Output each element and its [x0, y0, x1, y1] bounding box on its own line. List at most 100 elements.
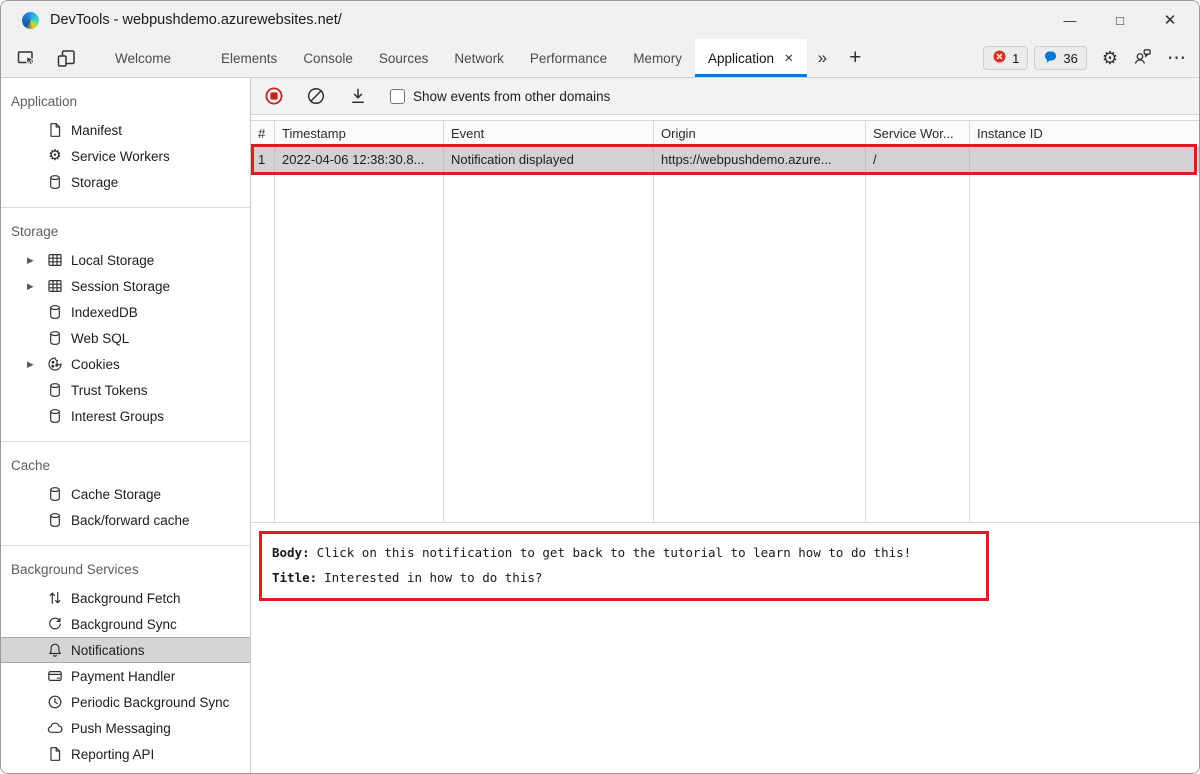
table-grid-icon	[47, 252, 63, 268]
sidebar-item-label: Manifest	[71, 122, 123, 138]
sidebar-item-notifications[interactable]: Notifications	[1, 637, 250, 663]
column-header-event[interactable]: Event	[444, 121, 654, 147]
device-emulation-icon[interactable]	[54, 46, 78, 70]
sidebar-item-payment-handler[interactable]: Payment Handler	[1, 663, 250, 689]
bell-icon	[47, 642, 63, 658]
error-count-badge[interactable]: 1	[983, 46, 1029, 70]
inspect-element-icon[interactable]	[14, 46, 38, 70]
sidebar-item-label: Service Workers	[71, 148, 170, 164]
badge-count: 1	[1012, 50, 1020, 66]
table-cell[interactable]: 1	[251, 147, 275, 173]
sidebar-item-label: Notifications	[71, 642, 145, 658]
table-filler-column	[970, 173, 1199, 522]
tab-welcome[interactable]: Welcome	[102, 39, 184, 77]
table-cell[interactable]: /	[866, 147, 970, 173]
sidebar-item-label: Background Fetch	[71, 590, 181, 606]
devtools-tab-bar: Welcome Elements Console Sources Network Perf…	[1, 39, 1199, 78]
sidebar-item-session-storage[interactable]: ▶ Session Storage	[1, 273, 250, 299]
sidebar-section-cache: Cache Cache Storage Back/forward cache	[1, 442, 250, 546]
sidebar-item-reporting-api[interactable]: Reporting API	[1, 741, 250, 767]
more-tools-plus-icon[interactable]: +	[838, 46, 872, 70]
tab-application[interactable]: Application ✕	[694, 39, 807, 77]
save-events-button[interactable]	[348, 86, 368, 106]
database-icon	[47, 512, 63, 528]
sidebar-item-cookies[interactable]: ▶ Cookies	[1, 351, 250, 377]
column-header-timestamp[interactable]: Timestamp	[275, 121, 444, 147]
customize-more-icon[interactable]: ⋯	[1167, 49, 1187, 68]
table-cell[interactable]: Notification displayed	[444, 147, 654, 173]
sidebar-item-service-workers[interactable]: ⚙ Service Workers	[1, 143, 250, 169]
sidebar-item-background-fetch[interactable]: Background Fetch	[1, 585, 250, 611]
sidebar-item-label: Reporting API	[71, 746, 155, 762]
table-grid-icon	[47, 278, 63, 294]
events-table: # Timestamp Event Origin Service Wor... Insta…	[251, 120, 1199, 523]
sidebar-item-push-messaging[interactable]: Push Messaging	[1, 715, 250, 741]
tab-console[interactable]: Console	[290, 39, 366, 77]
sidebar-item-label: Cookies	[71, 356, 120, 372]
sidebar-item-label: Local Storage	[71, 252, 155, 268]
more-tabs-chevron-icon[interactable]: »	[807, 48, 838, 68]
sidebar-section-title: Application	[11, 94, 78, 109]
sidebar-item-storage[interactable]: Storage	[1, 169, 250, 195]
page-icon	[47, 746, 63, 762]
sidebar-item-interest-groups[interactable]: Interest Groups	[1, 403, 250, 429]
expander-icon[interactable]: ▶	[27, 281, 47, 292]
tab-network[interactable]: Network	[441, 39, 517, 77]
sidebar-item-label: Payment Handler	[71, 668, 176, 684]
tab-label: Sources	[378, 50, 429, 66]
tab-sources[interactable]: Sources	[366, 39, 442, 77]
tab-label: Welcome	[115, 50, 172, 66]
column-header-[interactable]: #	[251, 121, 275, 147]
table-cell[interactable]: 2022-04-06 12:38:30.8...	[275, 147, 444, 173]
sidebar-item-manifest[interactable]: Manifest	[1, 117, 250, 143]
expander-icon[interactable]: ▶	[27, 255, 47, 266]
sidebar-item-label: Back/forward cache	[71, 512, 190, 528]
detail-field-label: Title:	[272, 570, 318, 585]
record-button[interactable]	[264, 86, 284, 106]
column-header-service-wor[interactable]: Service Wor...	[866, 121, 970, 147]
sidebar-item-label: Background Sync	[71, 616, 177, 632]
column-header-origin[interactable]: Origin	[654, 121, 866, 147]
show-events-checkbox[interactable]	[390, 88, 405, 104]
sidebar-item-trust-tokens[interactable]: Trust Tokens	[1, 377, 250, 403]
card-icon	[47, 668, 63, 684]
tab-label: Application	[707, 50, 774, 66]
detail-field-value: Click on this notification to get back t…	[316, 545, 912, 560]
sidebar-item-back-forward-cache[interactable]: Back/forward cache	[1, 507, 250, 533]
sidebar-item-background-sync[interactable]: Background Sync	[1, 611, 250, 637]
minimize-button[interactable]: —	[1045, 1, 1095, 39]
tab-label: Elements	[221, 50, 278, 66]
sidebar-item-label: IndexedDB	[71, 304, 138, 320]
sidebar-item-periodic-background-sync[interactable]: Periodic Background Sync	[1, 689, 250, 715]
close-tab-icon[interactable]: ✕	[784, 51, 794, 65]
tab-memory[interactable]: Memory	[620, 39, 695, 77]
sidebar-item-label: Cache Storage	[71, 486, 162, 502]
table-cell[interactable]: https://webpushdemo.azure...	[654, 147, 866, 173]
updown-arrows-icon	[47, 590, 63, 606]
application-sidebar: Application Manifest ⚙ Service Workers Stora…	[1, 78, 251, 773]
feedback-icon[interactable]	[1133, 47, 1152, 69]
table-cell[interactable]	[970, 147, 1199, 173]
column-header-instance-id[interactable]: Instance ID	[970, 121, 1199, 147]
expander-icon[interactable]: ▶	[27, 359, 47, 370]
close-window-button[interactable]: ✕	[1145, 1, 1195, 39]
issues-count-badge[interactable]: 36	[1034, 46, 1087, 70]
maximize-button[interactable]: □	[1095, 1, 1145, 39]
sidebar-item-web-sql[interactable]: Web SQL	[1, 325, 250, 351]
sidebar-section-storage: Storage ▶ Local Storage ▶ Session Storage Ind…	[1, 208, 250, 442]
clear-button[interactable]	[306, 86, 326, 106]
tab-label: Memory	[633, 50, 682, 66]
tab-performance[interactable]: Performance	[517, 39, 620, 77]
tab-elements[interactable]: Elements	[208, 39, 290, 77]
sidebar-item-indexeddb[interactable]: IndexedDB	[1, 299, 250, 325]
edge-logo-icon	[22, 11, 39, 29]
badge-group: 1 36	[983, 46, 1087, 70]
sidebar-item-label: Trust Tokens	[71, 382, 148, 398]
sidebar-item-label: Storage	[71, 174, 119, 190]
table-filler-column	[275, 173, 444, 522]
sidebar-item-local-storage[interactable]: ▶ Local Storage	[1, 247, 250, 273]
sidebar-item-cache-storage[interactable]: Cache Storage	[1, 481, 250, 507]
settings-gear-icon[interactable]: ⚙	[1102, 49, 1118, 67]
notifications-panel: Show events from other domains # Timestam…	[251, 78, 1199, 773]
sidebar-section-title: Background Services	[11, 562, 139, 577]
